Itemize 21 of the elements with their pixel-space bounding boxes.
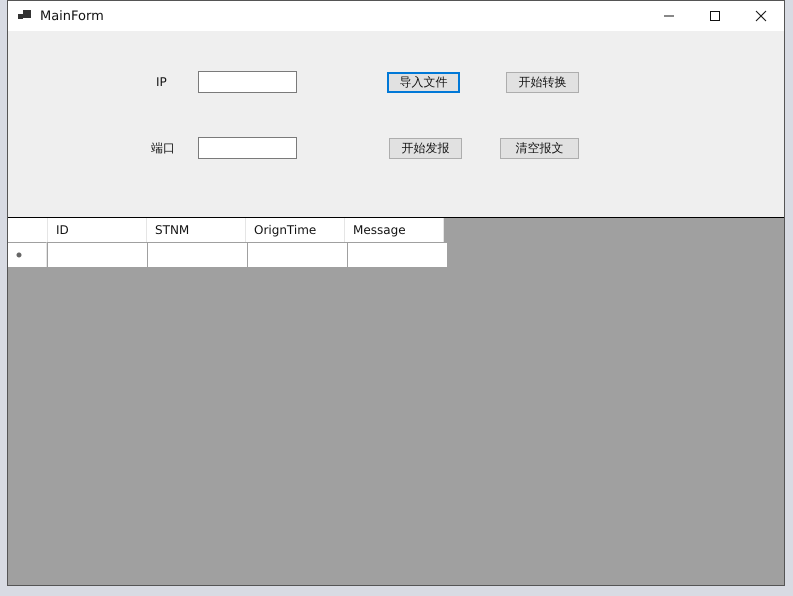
new-row-icon <box>16 252 22 258</box>
column-header[interactable]: STNM <box>147 218 246 242</box>
column-header[interactable]: OrignTime <box>246 218 345 242</box>
action-button[interactable]: 开始转换 <box>506 72 579 92</box>
app-icon <box>18 10 32 22</box>
table-cell[interactable] <box>47 242 147 267</box>
maximize-icon <box>709 10 721 22</box>
table-cell[interactable] <box>247 242 347 267</box>
table-cell[interactable] <box>347 242 447 267</box>
field-label: 端口 <box>151 140 176 156</box>
action-button[interactable]: 开始发报 <box>389 138 462 158</box>
input-field[interactable] <box>198 137 297 159</box>
column-header[interactable]: ID <box>48 218 147 242</box>
table-cell[interactable] <box>147 242 247 267</box>
column-header[interactable]: Message <box>345 218 444 242</box>
close-icon <box>755 10 767 22</box>
action-button[interactable]: 导入文件 <box>387 72 460 92</box>
window-title: MainForm <box>40 8 104 24</box>
field-label: IP <box>156 75 168 89</box>
action-button[interactable]: 清空报文 <box>500 138 579 158</box>
input-field[interactable] <box>198 71 297 93</box>
